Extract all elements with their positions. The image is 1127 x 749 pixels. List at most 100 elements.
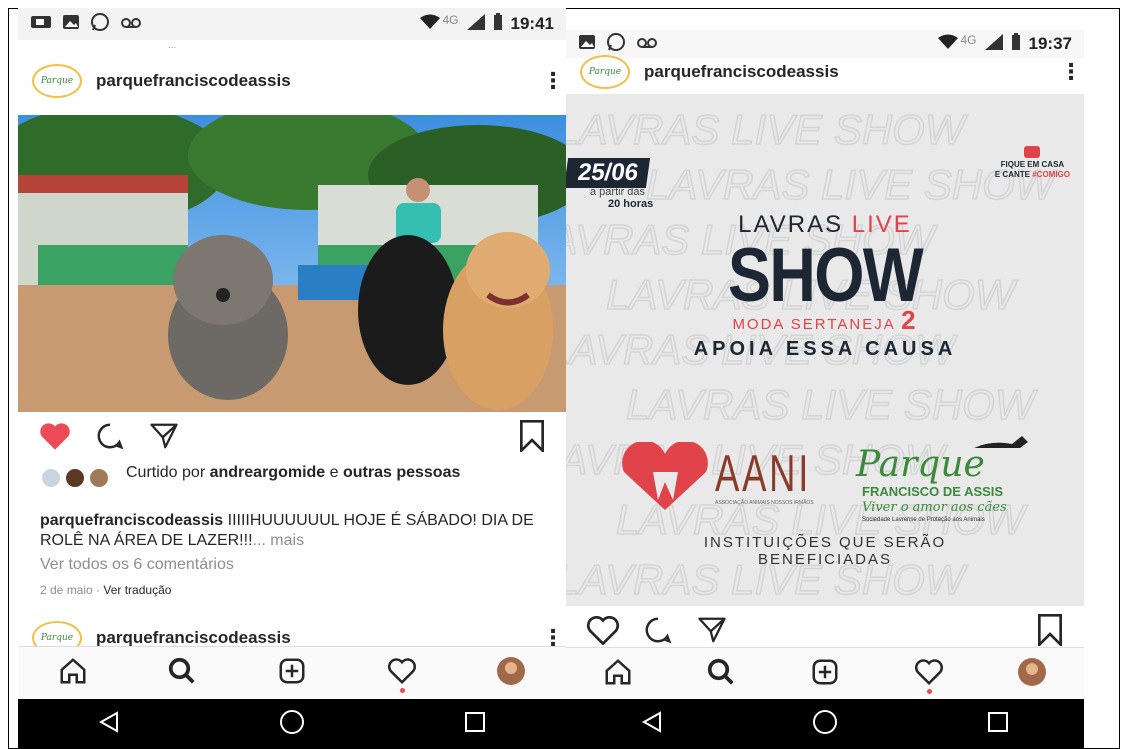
green-wall: [38, 245, 188, 285]
kennel-roof: [18, 175, 188, 193]
back-nav-icon[interactable]: [97, 710, 121, 739]
avatar-logo-text: Parque: [588, 67, 622, 77]
translate-link[interactable]: Ver tradução: [103, 583, 171, 597]
meta-separator: ·: [92, 583, 104, 597]
video-notification-icon: [30, 14, 52, 35]
home-nav-icon[interactable]: [812, 709, 838, 740]
subtitle-number: 2: [901, 305, 918, 335]
liked-by-user[interactable]: andreargomide: [210, 464, 326, 481]
network-label: 4G: [960, 32, 977, 47]
battery-icon: [493, 12, 503, 36]
view-comments-link[interactable]: Ver todos os 6 comentários: [40, 555, 548, 575]
time-value: 20 horas: [608, 198, 654, 210]
stay-home-line1: FIQUE EM CASA: [1000, 160, 1065, 169]
voicemail-icon: [120, 15, 142, 34]
post-poster[interactable]: LAVRAS LIVE SHOW LAVRAS LIVE SHOW LAVRAS…: [566, 94, 1084, 606]
android-nav-bar: [18, 699, 566, 749]
whatsapp-icon: [90, 12, 110, 37]
bg-text: LAVRAS LIVE SHOW: [626, 381, 1038, 428]
signal-icon: [466, 13, 485, 35]
post-username[interactable]: parquefranciscodeassis: [96, 71, 291, 91]
date-badge: 25/06: [566, 158, 651, 188]
home-tab-icon[interactable]: [58, 656, 88, 691]
time-prefix: a partir das: [590, 186, 646, 198]
dog-nose: [216, 288, 230, 302]
aani-logo: AANI ASSOCIAÇÃO ANIMAIS NOSSOS IRMÃOS: [618, 442, 852, 512]
activity-tab-icon[interactable]: [914, 657, 944, 694]
caption-more-link[interactable]: ... mais: [253, 532, 305, 549]
aani-wordmark: AANI: [715, 445, 812, 503]
recents-nav-icon[interactable]: [986, 710, 1010, 739]
android-nav-bar: [566, 699, 1084, 749]
grey-terrier-head: [173, 235, 273, 325]
stay-home-tag: #COMIGO: [1032, 170, 1070, 179]
search-tab-icon[interactable]: [167, 656, 197, 691]
caption: parquefranciscodeassis IIIIIHUUUUUUL HOJ…: [40, 511, 548, 551]
subtitle-text: MODA SERTANEJA: [732, 316, 895, 333]
aani-heart-icon: [622, 442, 708, 510]
person-head: [406, 178, 430, 202]
voicemail-icon: [636, 35, 658, 54]
home-nav-icon[interactable]: [279, 709, 305, 740]
post-username[interactable]: parquefranciscodeassis: [644, 62, 839, 82]
black-dog: [358, 235, 458, 385]
poster-cause: APOIA ESSA CAUSA: [693, 338, 957, 360]
activity-dot: [399, 687, 405, 693]
next-avatar-logo-text: Parque: [40, 633, 74, 643]
beneficiaries-line2: BENEFICIADAS: [757, 551, 893, 568]
home-tab-icon[interactable]: [603, 657, 633, 692]
profile-avatar[interactable]: Parque: [580, 55, 630, 89]
avatar-logo-text: Parque: [40, 76, 74, 86]
more-options-icon[interactable]: ⋮: [542, 70, 564, 92]
status-bar: 4G 19:41: [18, 8, 566, 40]
liked-by-others[interactable]: outras pessoas: [343, 464, 460, 481]
stay-home-badge: FIQUE EM CASA E CANTE #COMIGO: [995, 146, 1070, 180]
post-photo[interactable]: [18, 115, 566, 412]
new-post-tab-icon[interactable]: [277, 656, 307, 691]
activity-dot: [926, 688, 932, 694]
more-options-icon[interactable]: ⋮: [1060, 61, 1082, 83]
stay-home-line2: E CANTE: [994, 170, 1030, 179]
parque-subtitle: FRANCISCO DE ASSIS: [862, 484, 1004, 499]
comment-icon[interactable]: [94, 421, 126, 456]
post-actions: [566, 613, 1084, 651]
next-more-options-icon[interactable]: ⋮: [542, 627, 564, 649]
caption-username[interactable]: parquefranciscodeassis: [40, 512, 223, 529]
profile-tab-avatar[interactable]: [496, 656, 526, 691]
left-phone-screen: 4G 19:41 ... Parque parquefranciscodeass…: [18, 8, 566, 749]
search-tab-icon[interactable]: [706, 657, 736, 692]
profile-avatar[interactable]: Parque: [32, 64, 82, 98]
bottom-tab-bar: [566, 647, 1084, 700]
bookmark-icon[interactable]: [1036, 613, 1064, 651]
right-phone-screen: 4G 19:37 Parque parquefranciscodeassis ⋮…: [566, 30, 1084, 749]
parque-wordmark: Parque: [856, 444, 985, 485]
likes-row: Curtido por andreargomide e outras pesso…: [40, 463, 548, 489]
like-heart-icon[interactable]: [586, 615, 620, 650]
dogs-photo-illustration: [18, 115, 566, 412]
liked-by-label: Curtido por: [126, 464, 210, 481]
back-nav-icon[interactable]: [640, 710, 664, 739]
post-meta: 2 de maio · Ver tradução: [40, 580, 548, 600]
share-icon[interactable]: [148, 421, 180, 456]
network-label: 4G: [442, 12, 459, 27]
image-notification-icon: [62, 14, 80, 35]
tan-dog-head: [466, 232, 550, 308]
new-post-tab-icon[interactable]: [810, 657, 840, 692]
parque-small-text: Sociedade Lavrense de Proteção aos Anima…: [862, 517, 985, 523]
post-header: Parque parquefranciscodeassis ⋮: [18, 56, 566, 106]
liked-by-conj: e: [325, 464, 343, 481]
post-actions: [18, 419, 566, 457]
clock: 19:37: [1028, 34, 1072, 53]
next-post-username[interactable]: parquefranciscodeassis: [96, 628, 291, 648]
liker-avatars[interactable]: [40, 467, 116, 495]
share-icon[interactable]: [696, 615, 728, 650]
activity-tab-icon[interactable]: [387, 656, 417, 693]
profile-tab-avatar[interactable]: [1017, 657, 1047, 692]
comment-icon[interactable]: [642, 615, 674, 650]
liked-heart-icon[interactable]: [38, 421, 72, 456]
recents-nav-icon[interactable]: [463, 710, 487, 739]
bookmark-icon[interactable]: [518, 419, 546, 457]
bg-text: LAVRAS LIVE SHOW: [566, 106, 968, 153]
post-date: 2 de maio: [40, 583, 93, 597]
bottom-tab-bar: [18, 646, 566, 699]
